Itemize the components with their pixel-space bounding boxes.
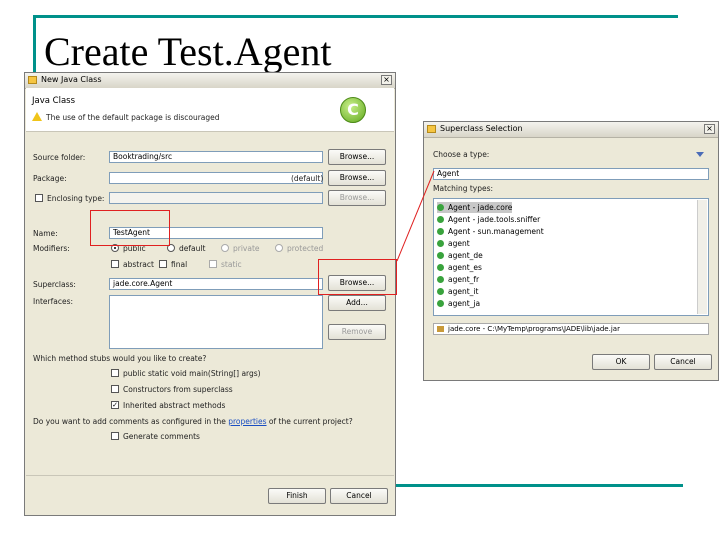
connector-line — [396, 170, 435, 262]
